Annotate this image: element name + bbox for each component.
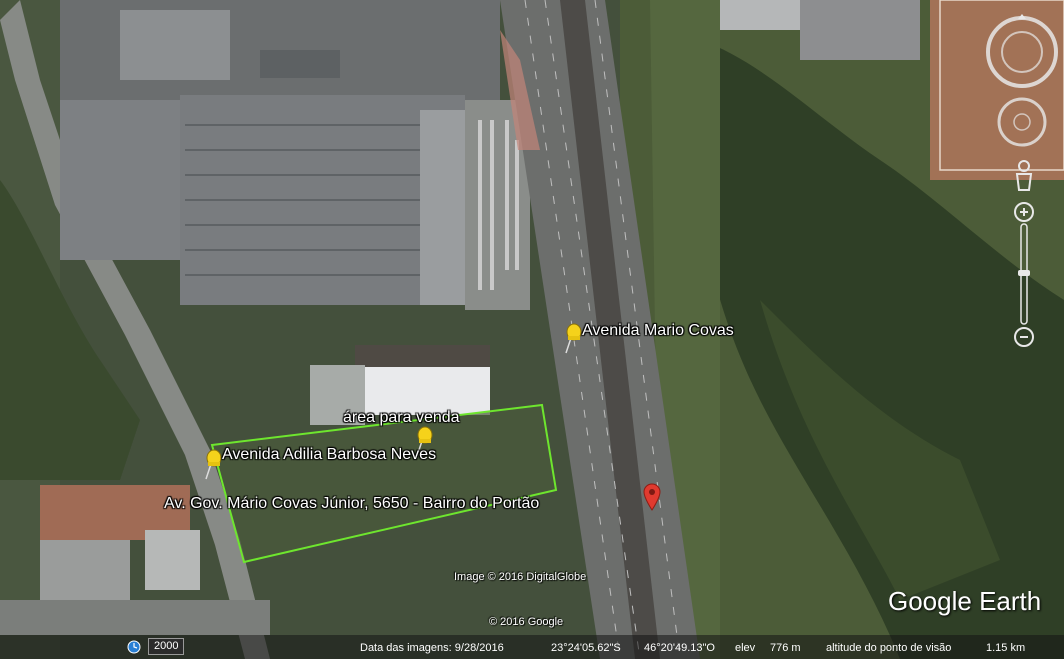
google-earth-logo: Google Earth xyxy=(888,586,1042,616)
longitude-readout: 46°20'49.13"O xyxy=(644,642,715,654)
copyright-attribution: © 2016 Google xyxy=(489,616,564,628)
latitude-readout: 23°24'05.62"S xyxy=(551,642,621,654)
historical-imagery-clock-icon[interactable] xyxy=(126,639,144,655)
placemark-label-adilia-barbosa[interactable]: Avenida Adilia Barbosa Neves xyxy=(222,446,436,464)
compass-ring-icon[interactable] xyxy=(984,14,1060,90)
status-bar: 2000 Data das imagens: 9/28/2016 23°24'0… xyxy=(0,635,1064,659)
imagery-attribution: Image © 2016 DigitalGlobe xyxy=(454,571,587,583)
elevation-label: elev xyxy=(735,642,756,654)
historical-year-box[interactable]: 2000 xyxy=(148,638,184,655)
elevation-readout: 776 m xyxy=(770,642,801,654)
eye-altitude-readout: 1.15 km xyxy=(986,642,1026,654)
placemark-label-area-para-venda[interactable]: área para venda xyxy=(343,409,460,427)
placemark-label-mario-covas[interactable]: Avenida Mario Covas xyxy=(582,322,734,340)
historical-year: 2000 xyxy=(154,640,179,652)
eye-altitude-label: altitude do ponto de visão xyxy=(826,642,952,654)
placemark-label-address[interactable]: Av. Gov. Mário Covas Júnior, 5650 - Bair… xyxy=(164,495,539,513)
yellow-pushpin-icon[interactable] xyxy=(202,448,224,480)
imagery-date: Data das imagens: 9/28/2016 xyxy=(360,642,504,654)
red-location-marker-icon[interactable] xyxy=(643,483,661,511)
street-view-person-icon[interactable] xyxy=(1012,160,1036,196)
zoom-slider-icon[interactable] xyxy=(1012,200,1036,350)
look-joystick-icon[interactable] xyxy=(996,96,1048,148)
satellite-map[interactable] xyxy=(0,0,1064,659)
yellow-pushpin-icon[interactable] xyxy=(562,322,584,354)
